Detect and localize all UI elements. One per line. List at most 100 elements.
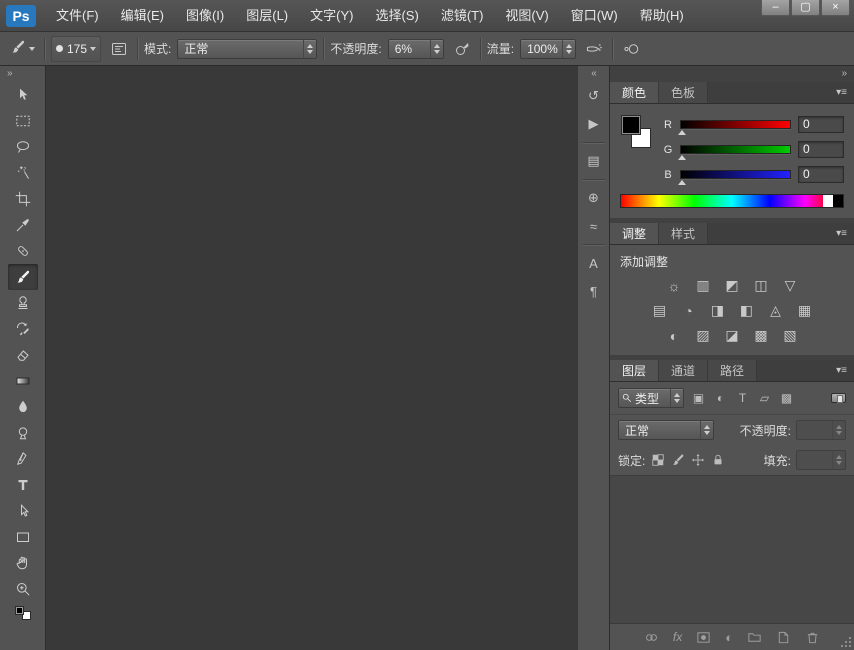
flow-select[interactable]: 100%	[520, 39, 576, 59]
add-layer-mask-icon[interactable]	[696, 630, 711, 645]
hand-tool[interactable]	[8, 550, 38, 576]
maximize-button[interactable]: ▢	[791, 0, 820, 16]
tab-swatches[interactable]: 色板	[659, 82, 708, 103]
menu-select[interactable]: 选择(S)	[364, 0, 429, 31]
rectangle-tool[interactable]	[8, 524, 38, 550]
lock-transparency-icon[interactable]	[651, 453, 665, 467]
blend-mode-select[interactable]: 正常	[618, 420, 714, 440]
info-panel-icon[interactable]: ⊕	[581, 185, 607, 211]
eyedropper-tool[interactable]	[8, 212, 38, 238]
rectangular-marquee-tool[interactable]	[8, 108, 38, 134]
toggle-brush-panel-button[interactable]	[107, 37, 131, 61]
tab-adjustments[interactable]: 调整	[610, 223, 659, 244]
tab-layers[interactable]: 图层	[610, 360, 659, 381]
paragraph-panel-icon[interactable]: ¶	[581, 278, 607, 304]
layers-list[interactable]	[610, 475, 854, 624]
mode-select[interactable]: 正常	[177, 39, 317, 59]
quick-selection-tool[interactable]	[8, 160, 38, 186]
menu-filter[interactable]: 滤镜(T)	[430, 0, 495, 31]
slider-thumb[interactable]	[678, 155, 686, 160]
selective-color-icon[interactable]: ▧	[780, 327, 801, 344]
tab-channels[interactable]: 通道	[659, 360, 708, 381]
red-value-field[interactable]: 0	[798, 116, 844, 133]
adjustments-panel-menu-icon[interactable]: ▾≡	[829, 223, 854, 244]
spectrum-black-swatch[interactable]	[833, 195, 843, 207]
spectrum-white-swatch[interactable]	[823, 195, 833, 207]
lasso-tool[interactable]	[8, 134, 38, 160]
vibrance-icon[interactable]: ▽	[780, 277, 801, 294]
new-group-icon[interactable]	[747, 630, 762, 645]
new-layer-icon[interactable]	[776, 630, 791, 645]
tab-color[interactable]: 颜色	[610, 82, 659, 103]
layers-panel-menu-icon[interactable]: ▾≡	[829, 360, 854, 381]
pressure-size-button[interactable]	[619, 37, 643, 61]
pressure-opacity-button[interactable]	[450, 37, 474, 61]
exposure-icon[interactable]: ◫	[751, 277, 772, 294]
gradient-map-icon[interactable]: ▩	[751, 327, 772, 344]
lock-all-icon[interactable]	[711, 453, 725, 467]
foreground-color-swatch[interactable]	[621, 115, 641, 135]
minimize-button[interactable]: –	[761, 0, 790, 16]
posterize-icon[interactable]: ▨	[693, 327, 714, 344]
hue-saturation-icon[interactable]: ▤	[649, 302, 670, 319]
menu-edit[interactable]: 编辑(E)	[110, 0, 175, 31]
filter-kind-select[interactable]: 类型	[618, 388, 684, 408]
color-balance-icon[interactable]: ◔	[678, 302, 699, 319]
filter-type-layers-icon[interactable]: T	[735, 391, 750, 405]
menu-help[interactable]: 帮助(H)	[629, 0, 695, 31]
gradient-tool[interactable]	[8, 368, 38, 394]
brush-preset-picker[interactable]: 175	[51, 36, 101, 62]
horizontal-type-tool[interactable]	[8, 472, 38, 498]
close-button[interactable]: ×	[821, 0, 850, 16]
clone-stamp-tool[interactable]	[8, 290, 38, 316]
slider-thumb[interactable]	[678, 130, 686, 135]
delete-layer-icon[interactable]	[805, 630, 820, 645]
path-selection-tool[interactable]	[8, 498, 38, 524]
brush-tool[interactable]	[8, 264, 38, 290]
foreground-background-colors[interactable]	[15, 606, 31, 620]
move-tool[interactable]	[8, 82, 38, 108]
color-panel-menu-icon[interactable]: ▾≡	[829, 82, 854, 103]
black-white-icon[interactable]: ◨	[707, 302, 728, 319]
color-lookup-icon[interactable]: ▦	[794, 302, 815, 319]
layer-opacity-select[interactable]	[796, 420, 846, 440]
dock-collapse-chevron[interactable]: »	[610, 66, 854, 82]
history-brush-tool[interactable]	[8, 316, 38, 342]
layer-filter-toggle[interactable]	[831, 393, 846, 403]
curves-icon[interactable]: ◩	[722, 277, 743, 294]
opacity-select[interactable]: 6%	[388, 39, 444, 59]
menu-layer[interactable]: 图层(L)	[235, 0, 299, 31]
invert-icon[interactable]: ◐	[664, 327, 685, 344]
levels-icon[interactable]: ▥	[693, 277, 714, 294]
photo-filter-icon[interactable]: ◧	[736, 302, 757, 319]
channel-mixer-icon[interactable]: ◬	[765, 302, 786, 319]
menu-image[interactable]: 图像(I)	[175, 0, 235, 31]
filter-smart-object-layers-icon[interactable]: ▩	[779, 391, 794, 405]
dodge-tool[interactable]	[8, 420, 38, 446]
histogram-panel-icon[interactable]: ≈	[581, 213, 607, 239]
tool-preset-picker[interactable]	[7, 36, 38, 62]
lock-pixels-icon[interactable]	[671, 453, 685, 467]
green-slider[interactable]	[680, 145, 791, 154]
tab-paths[interactable]: 路径	[708, 360, 757, 381]
red-slider[interactable]	[680, 120, 791, 129]
actions-panel-icon[interactable]: ▶	[581, 111, 607, 137]
tab-styles[interactable]: 样式	[659, 223, 708, 244]
crop-tool[interactable]	[8, 186, 38, 212]
slider-thumb[interactable]	[678, 180, 686, 185]
link-layers-icon[interactable]	[644, 630, 659, 645]
menu-type[interactable]: 文字(Y)	[299, 0, 364, 31]
history-panel-icon[interactable]: ↺	[581, 83, 607, 109]
fill-select[interactable]	[796, 450, 846, 470]
canvas[interactable]	[46, 66, 578, 650]
properties-panel-icon[interactable]: ▤	[581, 148, 607, 174]
spot-healing-brush-tool[interactable]	[8, 238, 38, 264]
airbrush-button[interactable]	[582, 37, 606, 61]
pen-tool[interactable]	[8, 446, 38, 472]
zoom-tool[interactable]	[8, 576, 38, 602]
blue-value-field[interactable]: 0	[798, 166, 844, 183]
color-spectrum-ramp[interactable]	[620, 194, 844, 208]
layer-style-fx-icon[interactable]: fx	[673, 630, 682, 644]
filter-shape-layers-icon[interactable]: ▱	[757, 391, 772, 405]
filter-pixel-layers-icon[interactable]: ▣	[691, 391, 706, 405]
